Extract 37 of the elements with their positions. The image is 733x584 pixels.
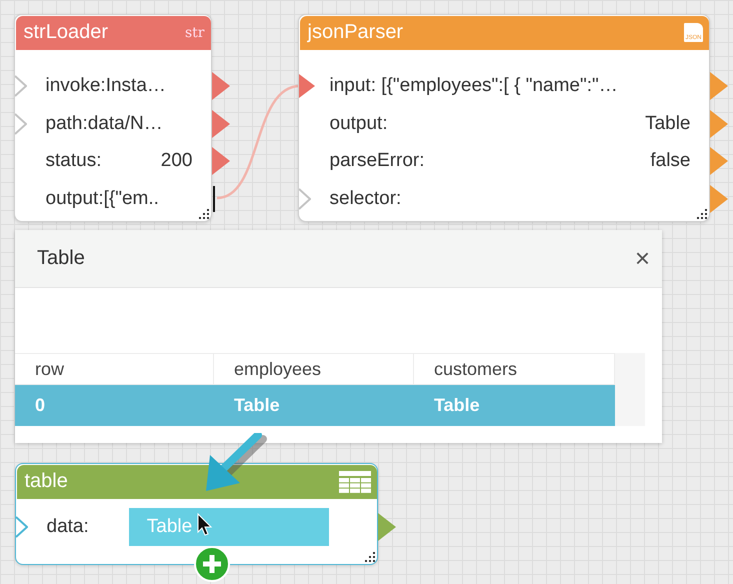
port-label: output: bbox=[330, 112, 388, 135]
port-label: output:[{"em.. bbox=[46, 188, 159, 210]
close-button[interactable]: × bbox=[630, 243, 654, 274]
input-port[interactable] bbox=[298, 188, 310, 210]
node-title: strLoader bbox=[24, 21, 108, 44]
column-header: employees bbox=[214, 353, 414, 385]
table-cell[interactable]: 0 bbox=[15, 385, 214, 426]
input-port[interactable] bbox=[298, 74, 314, 98]
node-title: table bbox=[24, 470, 68, 493]
port-value: Table bbox=[645, 112, 690, 135]
table-cell[interactable]: Table bbox=[214, 385, 414, 426]
table-cell[interactable]: Table bbox=[414, 385, 615, 426]
column-header: row bbox=[15, 353, 214, 385]
port-label: path:data/N… bbox=[46, 112, 163, 135]
port-label: status: bbox=[46, 150, 102, 172]
resize-grip-icon[interactable] bbox=[696, 208, 707, 219]
cursor-icon bbox=[197, 513, 213, 537]
value-field[interactable]: Table bbox=[128, 508, 329, 546]
resize-grip-icon[interactable] bbox=[364, 551, 375, 562]
table-icon bbox=[338, 470, 370, 492]
port-label: selector: bbox=[330, 188, 402, 210]
port-label: parseError: bbox=[330, 150, 425, 172]
column-header: customers bbox=[414, 353, 615, 385]
node-header[interactable]: strLoader str bbox=[16, 16, 210, 50]
port-label: data: bbox=[46, 516, 89, 538]
string-icon: str bbox=[184, 24, 204, 40]
input-port[interactable] bbox=[16, 516, 28, 538]
port-value: 200 bbox=[160, 150, 192, 172]
port-label: invoke:Insta… bbox=[46, 75, 166, 98]
input-port[interactable] bbox=[14, 75, 26, 98]
resize-grip-icon[interactable] bbox=[198, 208, 209, 219]
dialog-title: Table bbox=[37, 247, 85, 270]
input-port[interactable] bbox=[14, 112, 26, 135]
node-title: jsonParser bbox=[308, 21, 404, 44]
port-value: false bbox=[650, 150, 690, 172]
node-header[interactable]: table bbox=[16, 464, 376, 498]
port-label: input: [{"employees":[ { "name":"… bbox=[330, 75, 618, 98]
